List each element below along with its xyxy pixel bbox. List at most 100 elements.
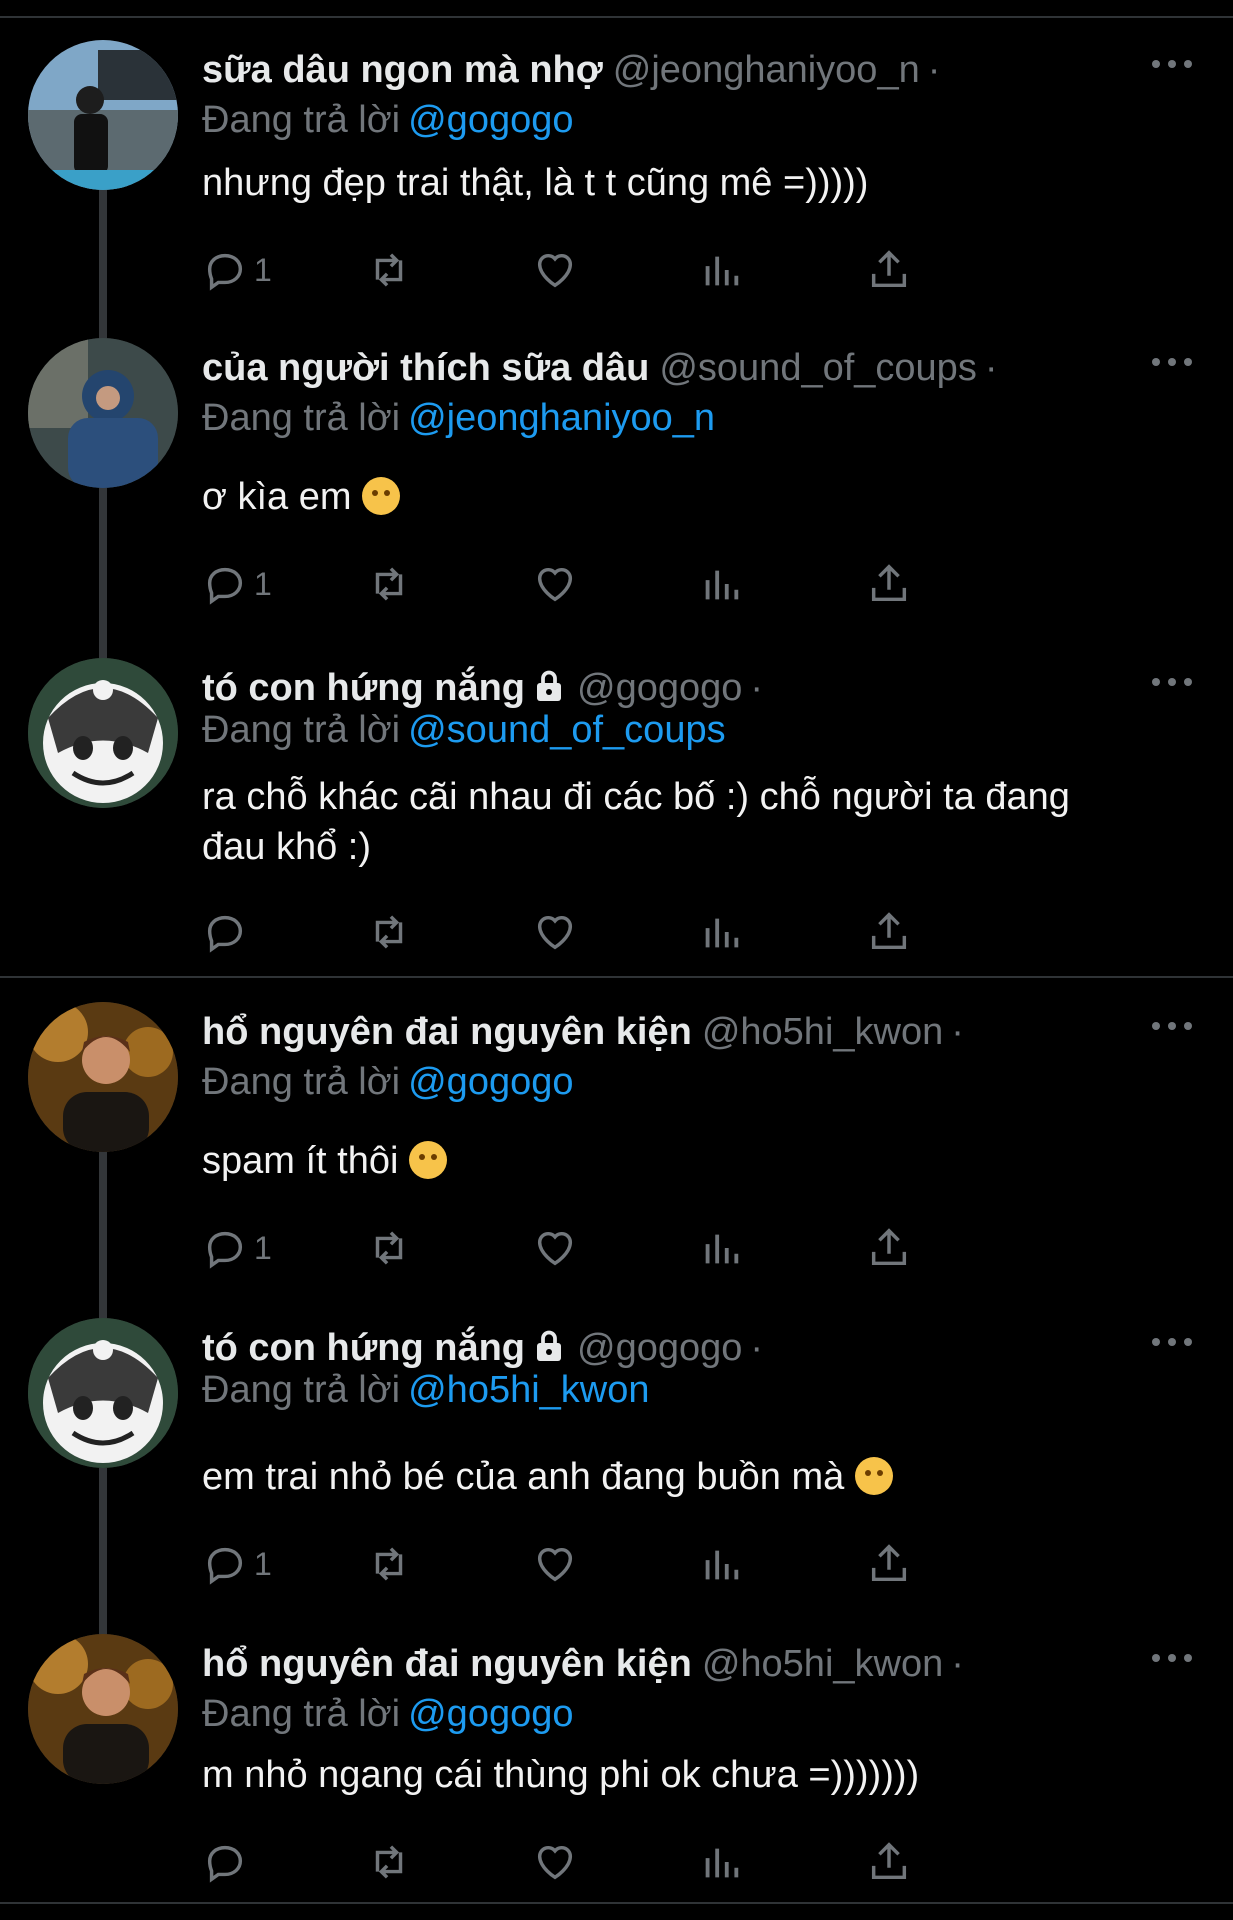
- more-icon[interactable]: [1152, 1334, 1192, 1350]
- user-avatar-icon: [28, 1002, 178, 1152]
- reply-count: 1: [254, 565, 272, 602]
- like-button[interactable]: [532, 908, 578, 956]
- like-button[interactable]: [532, 246, 578, 294]
- replying-to-label: Đang trả lời: [202, 1061, 401, 1103]
- avatar[interactable]: [28, 1318, 178, 1468]
- analytics-icon: [705, 1550, 739, 1580]
- tweet-text: em trai nhỏ bé của anh đang buồn mà: [202, 1452, 1202, 1502]
- mention-link[interactable]: @jeonghaniyoo_n: [408, 397, 715, 439]
- retweet-button[interactable]: [366, 1838, 412, 1886]
- reply-icon: [207, 1231, 243, 1269]
- display-name[interactable]: tó con hứng nắng: [202, 1327, 525, 1369]
- reply-count: 1: [254, 1545, 272, 1582]
- replying-to-label: Đang trả lời: [202, 397, 401, 439]
- share-button[interactable]: [866, 1224, 912, 1272]
- display-name[interactable]: tó con hứng nắng: [202, 667, 525, 709]
- share-button[interactable]: [866, 908, 912, 956]
- username[interactable]: @gogogo: [577, 1327, 742, 1369]
- mention-link[interactable]: @gogogo: [408, 1693, 573, 1735]
- username[interactable]: @gogogo: [577, 667, 742, 709]
- avatar[interactable]: [28, 40, 178, 190]
- like-button[interactable]: [532, 1540, 578, 1588]
- retweet-button[interactable]: [366, 246, 412, 294]
- display-name[interactable]: sữa dâu ngon mà nhợ: [202, 49, 603, 91]
- avatar[interactable]: [28, 658, 178, 808]
- mention-link[interactable]: @sound_of_coups: [408, 709, 725, 751]
- analytics-button[interactable]: [698, 908, 744, 956]
- tweet-text-content: m nhỏ ngang cái thùng phi ok chưa =)))))…: [202, 1754, 920, 1796]
- reply-button[interactable]: 1: [202, 1224, 272, 1272]
- tweet-header: hổ nguyên đai nguyên kiện @ho5hi_kwon ·: [202, 1642, 964, 1686]
- mention-link[interactable]: @ho5hi_kwon: [408, 1369, 649, 1411]
- divider: [0, 976, 1233, 978]
- more-icon[interactable]: [1152, 56, 1192, 72]
- heart-icon: [537, 1547, 573, 1582]
- share-icon: [871, 1842, 907, 1880]
- avatar[interactable]: [28, 338, 178, 488]
- mention-link[interactable]: @gogogo: [408, 99, 573, 141]
- reply-button[interactable]: 1: [202, 560, 272, 608]
- separator-dot: ·: [750, 1327, 764, 1369]
- retweet-icon: [375, 253, 403, 287]
- replying-to: Đang trả lời @jeonghaniyoo_n: [202, 396, 715, 440]
- avatar[interactable]: [28, 1002, 178, 1152]
- analytics-button[interactable]: [698, 1838, 744, 1886]
- retweet-button[interactable]: [366, 1224, 412, 1272]
- share-button[interactable]: [866, 246, 912, 294]
- cartoon-avatar-icon: [28, 1318, 178, 1468]
- avatar[interactable]: [28, 1634, 178, 1784]
- retweet-button[interactable]: [366, 1540, 412, 1588]
- display-name[interactable]: hổ nguyên đai nguyên kiện: [202, 1643, 692, 1685]
- analytics-button[interactable]: [698, 560, 744, 608]
- retweet-icon: [375, 1231, 403, 1265]
- heart-icon: [537, 253, 573, 288]
- tweet-text: spam ít thôi: [202, 1136, 1202, 1186]
- more-icon[interactable]: [1152, 1650, 1192, 1666]
- username[interactable]: @ho5hi_kwon: [702, 1643, 943, 1685]
- retweet-button[interactable]: [366, 908, 412, 956]
- separator-dot: ·: [927, 49, 941, 91]
- mention-link[interactable]: @gogogo: [408, 1061, 573, 1103]
- username[interactable]: @sound_of_coups: [659, 347, 976, 389]
- reply-button[interactable]: [202, 908, 248, 956]
- analytics-button[interactable]: [698, 1540, 744, 1588]
- like-button[interactable]: [532, 1838, 578, 1886]
- heart-icon: [537, 915, 573, 950]
- username[interactable]: @jeonghaniyoo_n: [613, 49, 920, 91]
- analytics-button[interactable]: [698, 1224, 744, 1272]
- tweet-header: tó con hứng nắng @gogogo ·: [202, 1326, 763, 1370]
- user-avatar-icon: [28, 40, 178, 190]
- display-name[interactable]: hổ nguyên đai nguyên kiện: [202, 1011, 692, 1053]
- thread-line: [99, 488, 107, 660]
- retweet-button[interactable]: [366, 560, 412, 608]
- like-button[interactable]: [532, 1224, 578, 1272]
- reply-icon: [207, 915, 243, 953]
- share-button[interactable]: [866, 1838, 912, 1886]
- analytics-button[interactable]: [698, 246, 744, 294]
- display-name[interactable]: của người thích sữa dâu: [202, 347, 649, 389]
- more-icon[interactable]: [1152, 354, 1192, 370]
- share-button[interactable]: [866, 560, 912, 608]
- separator-dot: ·: [750, 667, 764, 709]
- reply-button[interactable]: [202, 1838, 248, 1886]
- action-bar: [202, 1838, 1102, 1886]
- tweet-text-content: em trai nhỏ bé của anh đang buồn mà: [202, 1456, 845, 1498]
- reply-button[interactable]: 1: [202, 246, 272, 294]
- lock-icon: [537, 670, 562, 701]
- tweet-text: ơ kìa em: [202, 472, 1202, 522]
- share-button[interactable]: [866, 1540, 912, 1588]
- action-bar: 1: [202, 560, 1102, 608]
- user-avatar-icon: [28, 1634, 178, 1784]
- replying-to-label: Đang trả lời: [202, 1693, 401, 1735]
- pensive-face-emoji-icon: [854, 1457, 893, 1495]
- more-icon[interactable]: [1152, 674, 1192, 690]
- analytics-icon: [705, 570, 739, 600]
- tweet-header: sữa dâu ngon mà nhợ @jeonghaniyoo_n ·: [202, 48, 940, 92]
- pleading-face-emoji-icon: [362, 477, 401, 515]
- more-icon[interactable]: [1152, 1018, 1192, 1034]
- like-button[interactable]: [532, 560, 578, 608]
- separator-dot: ·: [951, 1643, 964, 1685]
- username[interactable]: @ho5hi_kwon: [702, 1011, 943, 1053]
- reply-button[interactable]: 1: [202, 1540, 272, 1588]
- separator-dot: ·: [984, 347, 998, 389]
